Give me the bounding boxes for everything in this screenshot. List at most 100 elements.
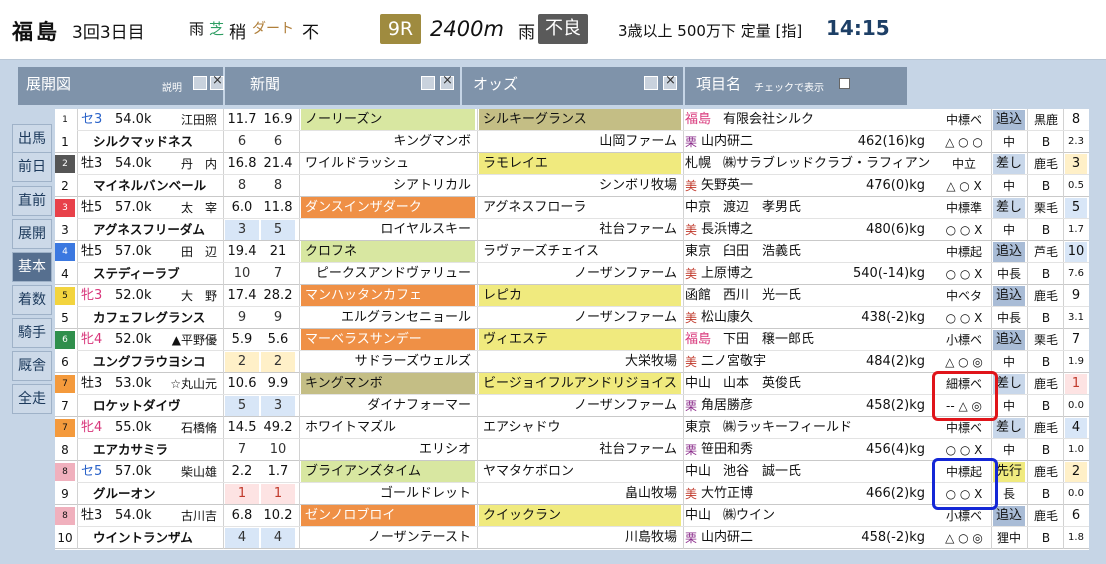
column-divider — [683, 373, 684, 417]
prediction-marks: △ ○ X — [946, 179, 982, 193]
win-odds: 10.6 — [227, 376, 257, 391]
side-tab-2[interactable]: 直前 — [12, 186, 52, 216]
column-divider — [77, 153, 78, 197]
dam-name: ヴィエステ — [479, 329, 681, 350]
column-divider — [683, 109, 684, 153]
horse-number: 5 — [61, 311, 69, 325]
side-tab-0[interactable]: 出馬 — [12, 124, 52, 154]
race-weather: 雨 — [518, 23, 535, 43]
side-tab-8[interactable]: 全走 — [12, 384, 52, 414]
prediction-marks: ○ ○ X — [945, 223, 983, 237]
tenkai-section: 展開図 説明 — [18, 67, 225, 105]
horse-row[interactable]: 5 5 牝3 52.0k 大 野カフェフレグランス 17.4 28.2 9 9 マンハッタンカフェ… — [55, 285, 1089, 329]
horse-row[interactable]: 4 4 牡5 57.0k 田 辺ステディーラブ 19.4 21 10 7 クロフネ ピークスアンドヴ… — [55, 241, 1089, 285]
tenkai-close-icon[interactable] — [210, 73, 224, 90]
odds-toggle-icon[interactable] — [644, 76, 658, 90]
show-checkbox[interactable] — [839, 78, 850, 89]
race-class: 3歳以上 500万下 定量 [指] — [618, 22, 803, 40]
sire-name: クロフネ — [301, 241, 475, 262]
horse-row[interactable]: 1 1 セ3 54.0k 江田照 シルクマッドネス 11.7 16.9 6 6 ノーリーズン キングマ… — [55, 109, 1089, 153]
body-weight: 462(16)kg — [857, 134, 925, 149]
sex-age: セ3 — [81, 112, 103, 127]
jockey-name: 古川吉 — [180, 509, 217, 523]
shinbun-close-icon[interactable] — [440, 73, 454, 90]
rank-score: 0.0 — [1068, 400, 1084, 411]
tenkai-title: 展開図 — [26, 75, 72, 93]
koumoku-section: 項目名 チェックで表示 — [686, 67, 907, 105]
dam-sire-name: サドラーズウェルズ — [354, 354, 471, 369]
owner-name: ㈱サラブレッドクラブ・ラフィアン — [723, 156, 931, 171]
side-tab-6[interactable]: 騎手 — [12, 318, 52, 348]
dam-sire-name: エルグランセニョール — [340, 310, 471, 325]
rank-score: 7.6 — [1068, 268, 1084, 279]
trainer-name: 長浜博之 — [701, 222, 754, 237]
horse-number: 9 — [61, 487, 69, 501]
rank-score: 2.3 — [1068, 136, 1084, 147]
side-tab-4[interactable]: 基本 — [12, 252, 52, 282]
coat-color: 鹿毛 — [1033, 509, 1058, 523]
popularity-2: 2 — [261, 352, 295, 372]
grade: B — [1041, 311, 1051, 325]
rank-label: 中ベタ — [945, 289, 982, 303]
tenkai-toggle-icon[interactable] — [193, 76, 207, 90]
column-divider — [477, 505, 478, 549]
body-weight: 540(-14)kg — [853, 266, 925, 281]
horse-row[interactable]: 6 6 牝4 52.0k ▲平野優 ユングフラウヨシコ 5.9 5.6 2 2 マーベラスサンデーサ… — [55, 329, 1089, 373]
dam-sire-name: ピークスアンドヴァリュー — [315, 266, 471, 281]
shinbun-section: 新聞 — [240, 67, 462, 105]
horse-row[interactable]: 7 8 牝4 55.0k 石橋脩 エアカサミラ 14.5 49.2 7 10 ホワイトマズル エリシオ… — [55, 417, 1089, 461]
stable-affiliation: 美 — [685, 311, 698, 325]
sire-name: キングマンボ — [301, 373, 475, 394]
odds-close-icon[interactable] — [663, 73, 677, 90]
jockey-name: ☆丸山元 — [170, 377, 217, 391]
column-divider — [477, 285, 478, 329]
column-divider — [477, 417, 478, 461]
running-style: 追込 — [993, 110, 1025, 130]
rank-score: 0.0 — [1068, 488, 1084, 499]
sire-name: ゼンノロブロイ — [301, 505, 475, 526]
highlight-red-box — [932, 371, 998, 421]
horse-row[interactable]: 8 10 牡3 54.0k 古川吉 ウイントランザム 6.8 10.2 4 4 ゼンノロブロイ ノーザ… — [55, 505, 1089, 549]
rank-value: 8 — [1065, 110, 1087, 130]
column-divider — [1027, 417, 1028, 461]
sex-age: 牝4 — [81, 332, 103, 347]
side-tab-3[interactable]: 展開 — [12, 219, 52, 249]
frame-number: 7 — [55, 419, 75, 437]
grade: B — [1041, 443, 1051, 457]
grade: B — [1041, 135, 1051, 149]
tenkai-help-link[interactable]: 説明 — [162, 79, 182, 94]
column-divider — [299, 241, 300, 285]
horse-row[interactable]: 3 3 牡5 57.0k 太 宰アグネスフリーダム 6.0 11.8 3 5 ダンスインザダークロ… — [55, 197, 1089, 241]
side-tab-5[interactable]: 着数 — [12, 285, 52, 315]
owner-name: 臼田 浩義氏 — [723, 244, 802, 259]
rank-value: 5 — [1065, 198, 1087, 218]
popularity-2: 8 — [261, 176, 295, 196]
rank-value: 2 — [1065, 462, 1087, 482]
place-odds: 5.6 — [267, 332, 289, 347]
side-tab-1[interactable]: 前日 — [12, 152, 52, 182]
horse-row[interactable]: 2 2 牡3 54.0k 丹 内マイネルバンベール 16.8 21.4 8 8 ワイルドラッシュシ… — [55, 153, 1089, 197]
body-weight: 484(2)kg — [865, 354, 925, 369]
column-divider — [77, 285, 78, 329]
owner-name: 山本 英俊氏 — [723, 376, 802, 391]
column-divider — [683, 329, 684, 373]
odds-title: オッズ — [473, 75, 519, 93]
body-weight: 456(4)kg — [865, 442, 925, 457]
column-divider — [223, 241, 224, 285]
frame-number: 8 — [55, 507, 75, 525]
distance-apt: 中 — [1002, 179, 1015, 193]
body-weight: 480(6)kg — [865, 222, 925, 237]
column-divider — [299, 329, 300, 373]
jockey-name: 丹 内 — [180, 157, 217, 171]
dam-name: ビージョイフルアンドリジョイス — [479, 373, 681, 394]
sire-name: ワイルドラッシュ — [301, 153, 475, 174]
coat-color: 栗毛 — [1033, 333, 1058, 347]
win-odds: 17.4 — [227, 288, 257, 303]
side-tab-7[interactable]: 厩舎 — [12, 351, 52, 381]
column-divider — [223, 505, 224, 549]
horse-number: 3 — [61, 223, 69, 237]
row-subdivider — [77, 218, 1089, 219]
column-divider — [991, 329, 992, 373]
win-odds: 19.4 — [227, 244, 257, 259]
shinbun-toggle-icon[interactable] — [421, 76, 435, 90]
